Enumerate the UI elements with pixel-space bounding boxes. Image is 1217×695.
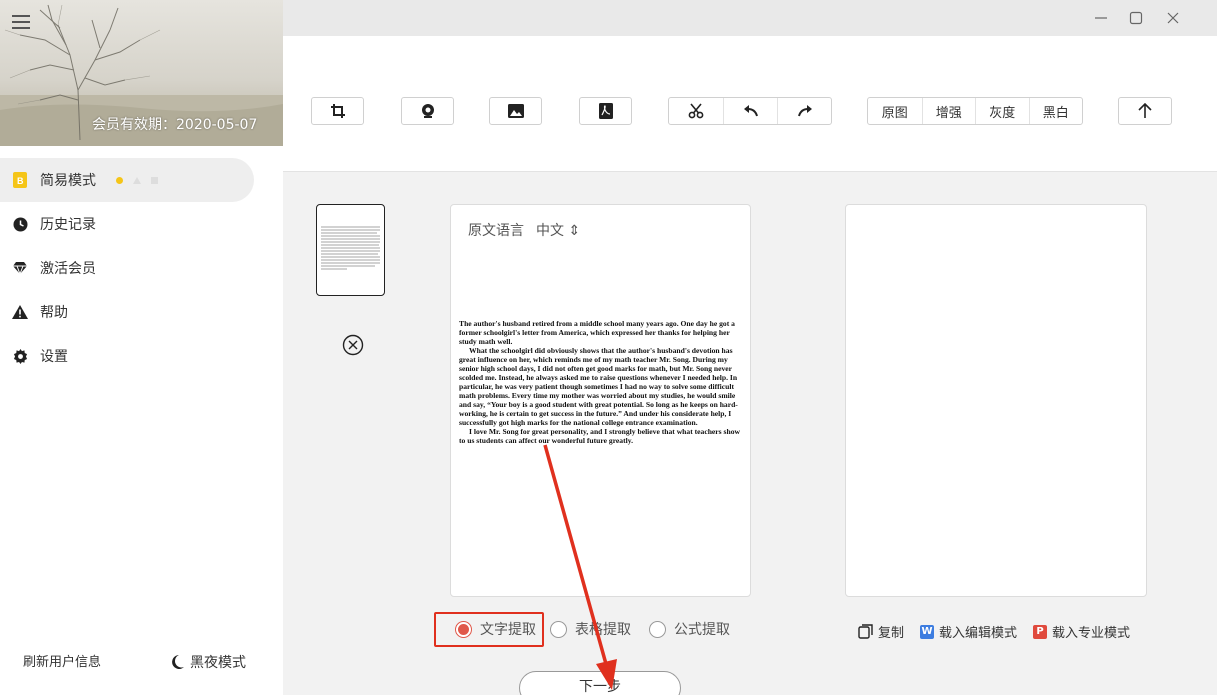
- sidebar-item-label: 激活会员: [40, 261, 96, 277]
- result-panel: [845, 204, 1147, 597]
- sidebar-item-label: 帮助: [40, 305, 68, 321]
- active-dot: [116, 176, 123, 184]
- table-extraction-label: 表格提取: [575, 622, 631, 638]
- close-icon: [1167, 12, 1179, 24]
- cut-button[interactable]: [669, 98, 723, 124]
- redo-arrow-icon: [797, 105, 812, 117]
- square-indicator-icon: [151, 176, 158, 184]
- camera-button[interactable]: [401, 97, 454, 125]
- simple-mode-icon: B: [12, 172, 28, 188]
- gear-icon: [12, 348, 28, 364]
- undo-button[interactable]: [723, 98, 777, 124]
- member-expiry-text: 会员有效期：2020-05-07: [92, 117, 258, 133]
- document-paragraph: The author's husband retired from a midd…: [459, 319, 735, 346]
- view-mode-group: 原图 增强 灰度 黑白: [867, 97, 1083, 125]
- image-button[interactable]: [489, 97, 542, 125]
- remove-page-button[interactable]: [342, 334, 364, 356]
- svg-text:B: B: [17, 176, 24, 186]
- profile-banner: 会员有效期：2020-05-07: [0, 0, 283, 146]
- diamond-icon: [12, 260, 28, 276]
- formula-extraction-option[interactable]: 公式提取: [649, 619, 730, 639]
- source-language-label: 原文语言: [468, 223, 524, 239]
- redo-button[interactable]: [777, 98, 831, 124]
- ppt-icon: P: [1033, 624, 1048, 639]
- table-extraction-radio[interactable]: [550, 620, 567, 638]
- minimize-button[interactable]: [1091, 8, 1111, 28]
- sidebar-item-label: 设置: [40, 349, 68, 365]
- mode-indicator-dots: [116, 176, 158, 184]
- load-pro-mode-button[interactable]: P 载入专业模式: [1033, 622, 1130, 641]
- text-extraction-label: 文字提取: [480, 622, 536, 638]
- window-titlebar: [283, 0, 1217, 36]
- text-extraction-radio[interactable]: [455, 620, 472, 638]
- pdf-icon: [598, 103, 613, 119]
- extraction-mode-options: 文字提取 表格提取 公式提取: [455, 612, 730, 646]
- refresh-user-info-link[interactable]: 刷新用户信息: [23, 651, 101, 670]
- night-mode-toggle[interactable]: 黑夜模式: [172, 652, 246, 672]
- sidebar-item-settings[interactable]: 设置: [0, 334, 283, 378]
- result-actions: 复制 W 载入编辑模式 P 载入专业模式: [858, 622, 1142, 641]
- sidebar: 会员有效期：2020-05-07 B 简易模式 历史记录 激活会员 帮助 设置 …: [0, 0, 283, 695]
- undo-arrow-icon: [743, 105, 758, 117]
- sidebar-item-activate-member[interactable]: 激活会员: [0, 246, 283, 290]
- load-edit-mode-button[interactable]: W 载入编辑模式: [920, 622, 1017, 641]
- sidebar-item-label: 简易模式: [40, 173, 96, 189]
- word-icon: W: [920, 624, 935, 639]
- document-image-text: The author's husband retired from a midd…: [459, 319, 747, 445]
- sidebar-item-label: 历史记录: [40, 217, 96, 233]
- source-language-select[interactable]: 中文 ⇕: [536, 220, 580, 240]
- clock-icon: [12, 216, 28, 232]
- page-thumbnail[interactable]: [316, 204, 385, 296]
- load-edit-mode-label: 载入编辑模式: [939, 626, 1018, 641]
- night-mode-label: 黑夜模式: [190, 655, 246, 671]
- maximize-icon: [1129, 11, 1143, 25]
- copy-icon: [858, 624, 873, 639]
- hamburger-menu-icon[interactable]: [12, 15, 32, 31]
- sidebar-item-help[interactable]: 帮助: [0, 290, 283, 334]
- toolbar: 原图 增强 灰度 黑白: [283, 36, 1217, 172]
- load-pro-mode-label: 载入专业模式: [1052, 626, 1131, 641]
- source-document-panel: 原文语言 中文 ⇕ The author's husband retired f…: [450, 204, 751, 597]
- document-paragraph: I love Mr. Song for great personality, a…: [459, 427, 740, 445]
- pdf-button[interactable]: [579, 97, 632, 125]
- close-button[interactable]: [1163, 8, 1183, 28]
- thumbnail-text-preview: [321, 226, 380, 270]
- view-original-button[interactable]: 原图: [868, 98, 922, 124]
- upload-button[interactable]: [1118, 97, 1172, 125]
- copy-label: 复制: [878, 626, 905, 641]
- triangle-indicator-icon: [133, 176, 141, 184]
- sidebar-item-history[interactable]: 历史记录: [0, 202, 283, 246]
- warning-triangle-icon: [12, 304, 28, 320]
- crop-button[interactable]: [311, 97, 364, 125]
- formula-extraction-radio[interactable]: [649, 620, 666, 638]
- copy-button[interactable]: 复制: [858, 622, 904, 641]
- view-enhance-button[interactable]: 增强: [921, 98, 976, 124]
- edit-tools-group: [668, 97, 832, 125]
- document-paragraph: What the schoolgirl did obviously shows …: [459, 346, 738, 427]
- formula-extraction-label: 公式提取: [674, 622, 730, 638]
- arrow-up-icon: [1138, 103, 1152, 118]
- scissors-icon: [688, 103, 704, 119]
- minimize-icon: [1095, 17, 1107, 19]
- image-icon: [507, 104, 524, 118]
- maximize-button[interactable]: [1126, 8, 1146, 28]
- view-grayscale-button[interactable]: 灰度: [975, 98, 1029, 124]
- text-extraction-option[interactable]: 文字提取: [455, 619, 536, 639]
- sidebar-item-simple-mode[interactable]: B 简易模式: [0, 158, 254, 202]
- table-extraction-option[interactable]: 表格提取: [550, 619, 631, 639]
- sidebar-nav: B 简易模式 历史记录 激活会员 帮助 设置: [0, 158, 283, 378]
- moon-icon: [172, 655, 184, 669]
- next-step-button[interactable]: 下一步: [519, 671, 681, 695]
- crop-icon: [330, 104, 345, 118]
- view-bw-button[interactable]: 黑白: [1028, 98, 1083, 124]
- webcam-icon: [421, 104, 434, 118]
- circle-x-icon: [342, 334, 364, 356]
